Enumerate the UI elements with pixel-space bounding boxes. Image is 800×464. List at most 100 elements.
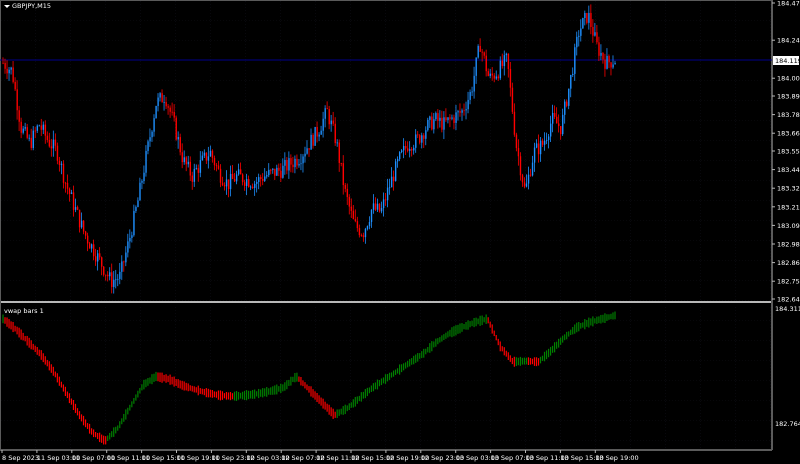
candle-body bbox=[243, 182, 246, 186]
candle-body bbox=[62, 163, 65, 183]
candle-body bbox=[477, 45, 479, 58]
time-axis[interactable]: 8 Sep 202311 Sep 03:0011 Sep 07:0011 Sep… bbox=[1, 450, 639, 462]
candle-body bbox=[97, 253, 99, 262]
candle-body bbox=[511, 87, 514, 112]
candle-body bbox=[431, 116, 433, 130]
candle-body bbox=[88, 243, 91, 249]
candle-body bbox=[517, 148, 520, 157]
candle-body bbox=[268, 169, 270, 176]
candle-body bbox=[493, 75, 496, 79]
candle-body bbox=[183, 157, 185, 163]
candle-body bbox=[608, 55, 610, 63]
candle-body bbox=[195, 168, 198, 169]
candle-body bbox=[274, 168, 276, 176]
svg-text:184.119: 184.119 bbox=[775, 57, 800, 65]
candle-body bbox=[44, 124, 47, 136]
price-tick-label: 182.750 bbox=[777, 278, 800, 286]
candle-body bbox=[70, 192, 73, 194]
candle-body bbox=[547, 136, 550, 140]
chart-window[interactable]: GBPJPY,M15 vwap bars 1 184.470184.240184… bbox=[0, 0, 800, 464]
candle-body bbox=[356, 221, 359, 229]
price-tick-label: 182.980 bbox=[777, 241, 800, 249]
candle-body bbox=[187, 161, 190, 165]
candle-body bbox=[372, 203, 375, 210]
candle-body bbox=[288, 158, 290, 171]
candle-body bbox=[167, 106, 169, 108]
candle-body bbox=[582, 18, 584, 29]
price-tick-label: 183.440 bbox=[777, 166, 800, 174]
price-tick-label: 183.095 bbox=[777, 222, 800, 230]
candle-body bbox=[248, 178, 250, 187]
candle-body bbox=[358, 228, 361, 236]
candle-body bbox=[429, 116, 431, 120]
candle-body bbox=[594, 32, 596, 36]
candle-body bbox=[475, 57, 477, 76]
candle-body bbox=[58, 160, 61, 165]
candle-body bbox=[503, 55, 506, 66]
candle-body bbox=[260, 177, 262, 180]
candle-body bbox=[584, 13, 586, 19]
candle-body bbox=[409, 149, 411, 151]
candle-body bbox=[2, 62, 4, 64]
candle-body bbox=[602, 52, 604, 60]
symbol-title[interactable]: GBPJPY,M15 bbox=[4, 2, 51, 10]
candle-body bbox=[86, 235, 89, 244]
candle-body bbox=[447, 117, 449, 121]
candle-body bbox=[423, 135, 425, 139]
candle-body bbox=[141, 181, 143, 183]
candle-body bbox=[209, 150, 212, 157]
candle-body bbox=[457, 111, 459, 113]
candle-body bbox=[129, 237, 131, 242]
candle-body bbox=[322, 118, 324, 131]
candle-body bbox=[354, 219, 357, 222]
price-tick-label: 183.210 bbox=[777, 203, 800, 211]
candle-body bbox=[346, 188, 349, 198]
candle-body bbox=[396, 159, 399, 162]
candle-body bbox=[370, 209, 373, 222]
candle-body bbox=[40, 125, 43, 130]
candle-body bbox=[254, 183, 256, 188]
candle-body bbox=[352, 210, 355, 220]
candle-body bbox=[360, 235, 363, 236]
candle-body bbox=[34, 130, 37, 132]
candle-body bbox=[163, 102, 165, 103]
price-tick-label: 184.470 bbox=[777, 0, 800, 8]
candle-body bbox=[197, 168, 200, 173]
indicator-max-label: 184.3113 bbox=[775, 305, 800, 313]
candle-body bbox=[473, 75, 475, 92]
candle-body bbox=[298, 164, 300, 166]
candle-body bbox=[239, 169, 242, 175]
candle-body bbox=[231, 173, 234, 179]
candle-body bbox=[497, 76, 500, 79]
candle-body bbox=[318, 134, 320, 137]
candle-body bbox=[515, 134, 518, 149]
candle-body bbox=[54, 139, 57, 146]
candle-body bbox=[241, 174, 244, 183]
candle-body bbox=[181, 152, 183, 163]
candle-body bbox=[521, 175, 524, 183]
indicator-min-label: 182.7647 bbox=[775, 420, 800, 428]
candle-body bbox=[272, 168, 274, 170]
candle-body bbox=[147, 141, 149, 151]
candle-body bbox=[427, 119, 429, 131]
candle-body bbox=[82, 220, 85, 232]
candle-body bbox=[433, 119, 435, 130]
candle-body bbox=[529, 174, 532, 176]
candle-body bbox=[453, 117, 455, 123]
candle-body bbox=[445, 117, 447, 121]
candle-body bbox=[441, 117, 443, 130]
candle-body bbox=[449, 117, 451, 119]
candle-body bbox=[171, 111, 173, 113]
candle-body bbox=[217, 165, 220, 169]
candle-body bbox=[485, 55, 487, 72]
candle-body bbox=[219, 168, 222, 183]
candle-body bbox=[533, 147, 536, 163]
candle-body bbox=[179, 137, 181, 153]
candle-body bbox=[455, 112, 457, 123]
candle-body bbox=[133, 211, 135, 236]
candle-body bbox=[507, 53, 510, 69]
candle-body bbox=[250, 186, 252, 188]
candle-body bbox=[233, 178, 236, 182]
candle-body bbox=[598, 42, 600, 56]
price-axis[interactable]: 184.470 184.240 184.005 183.895 183.780 183.6… bbox=[772, 0, 800, 304]
